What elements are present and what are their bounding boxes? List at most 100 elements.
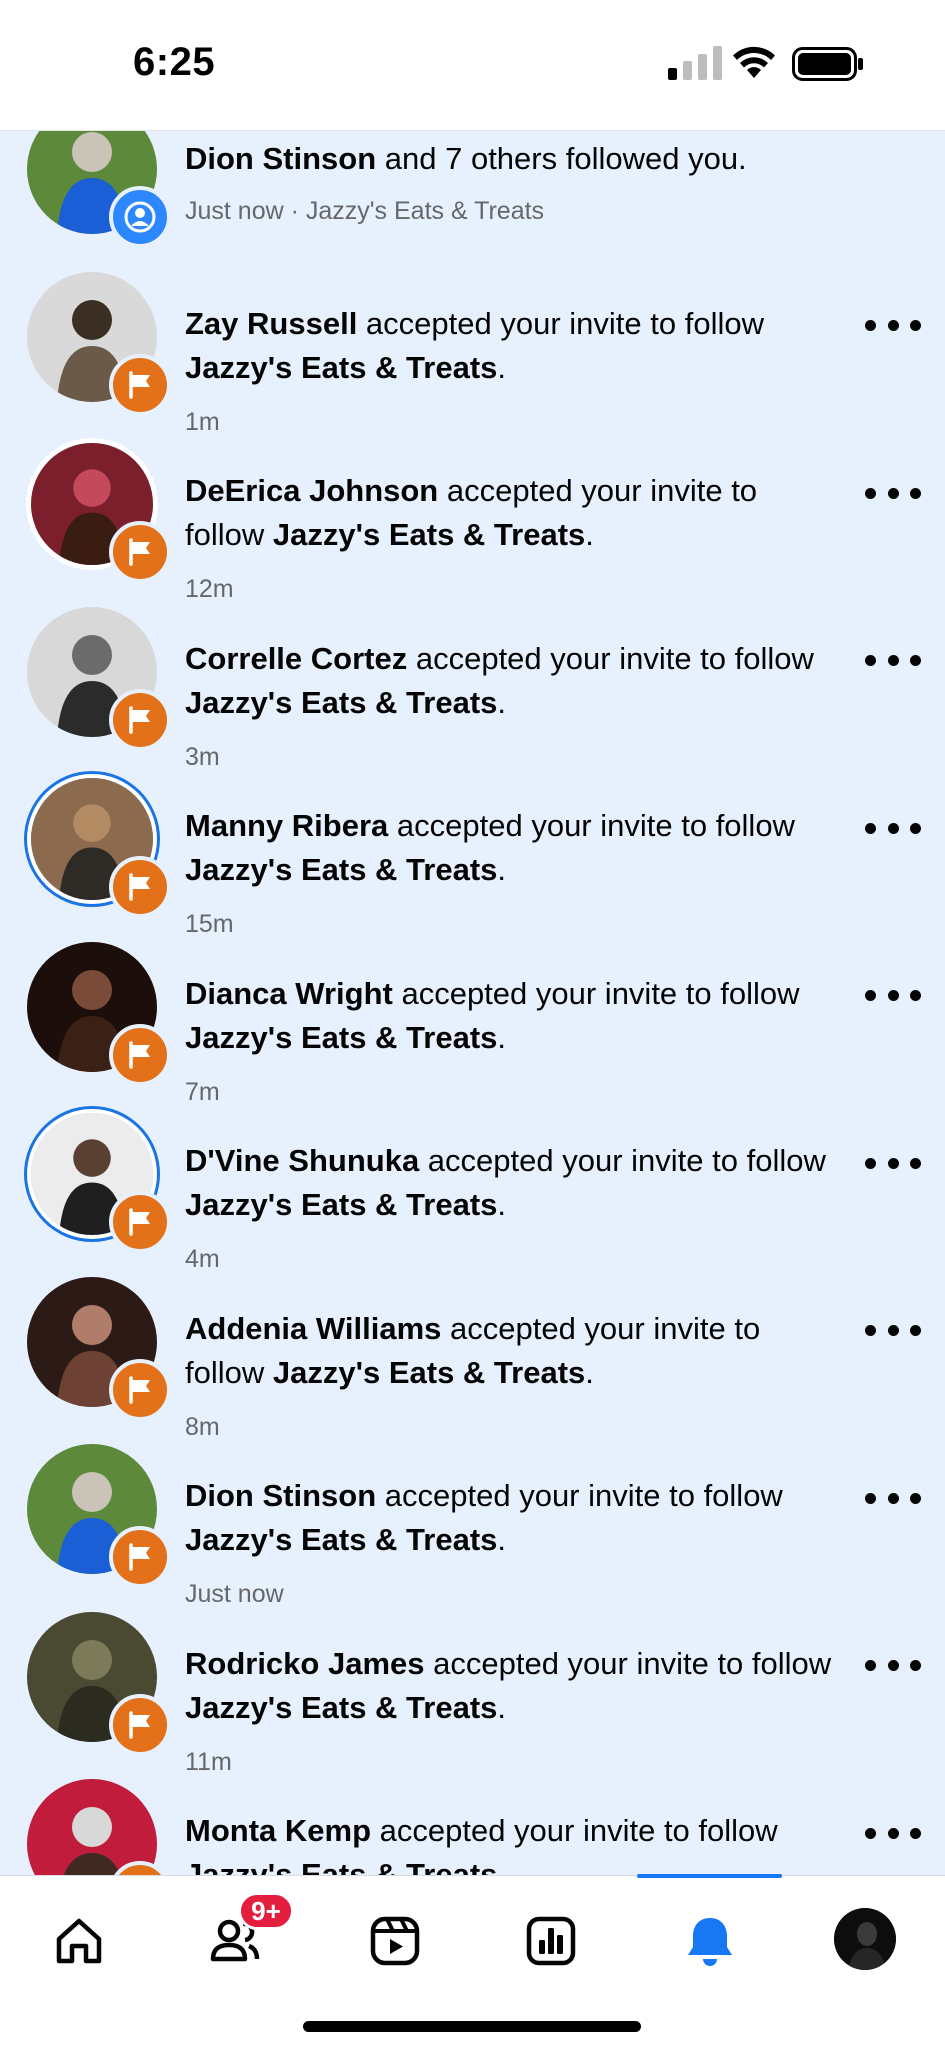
nav-insights[interactable]: [516, 1906, 586, 1976]
actor-name: Monta Kemp: [185, 1813, 371, 1848]
more-options-button[interactable]: [865, 316, 921, 336]
notification-meta: 7m: [185, 1077, 220, 1106]
notification-text: Dianca Wright accepted your invite to fo…: [185, 972, 840, 1060]
dot: [865, 487, 876, 499]
actor-name: Addenia Williams: [185, 1310, 442, 1346]
notification-meta: 11m: [185, 1747, 232, 1776]
notification-item[interactable]: Dion Stinson and 7 others followed you. J…: [0, 130, 945, 267]
notification-item[interactable]: DeErica Johnson accepted your invite to …: [0, 435, 945, 603]
sentence-end: .: [497, 852, 507, 887]
notification-text: Dion Stinson and 7 others followed you.: [185, 137, 840, 181]
action-text: accepted your invite to follow: [424, 1645, 832, 1681]
more-options-button[interactable]: [865, 1488, 921, 1508]
notification-text: Monta Kemp accepted your invite to follo…: [185, 1809, 840, 1875]
notification-item[interactable]: Dianca Wright accepted your invite to fo…: [0, 938, 945, 1106]
avatar-container: [25, 1107, 171, 1253]
page-badge: [109, 856, 171, 918]
dot: [865, 990, 876, 1001]
profile-avatar[interactable]: [834, 1908, 896, 1970]
notifications-feed[interactable]: Dion Stinson and 7 others followed you. J…: [0, 130, 945, 1875]
flag-icon: [129, 873, 150, 901]
nav-video[interactable]: [360, 1906, 430, 1976]
notification-text: Rodricko James accepted your invite to f…: [185, 1642, 840, 1730]
notification-text: DeErica Johnson accepted your invite to …: [185, 469, 840, 557]
notification-meta: Just now: [185, 1580, 284, 1608]
dot: [910, 990, 921, 1001]
nav-home[interactable]: [44, 1906, 114, 1976]
dot: [865, 1660, 876, 1671]
page-badge: [109, 1191, 171, 1253]
sentence-end: .: [497, 1019, 507, 1055]
dot: [887, 1660, 899, 1671]
sentence-end: .: [497, 1857, 507, 1875]
more-options-button[interactable]: [865, 1656, 921, 1676]
dot: [865, 822, 876, 834]
flag-icon: [129, 705, 150, 734]
more-options-button[interactable]: [865, 818, 921, 838]
dot: [865, 1492, 876, 1504]
actor-name: DeErica Johnson: [185, 473, 439, 508]
nav-notifications[interactable]: [675, 1906, 745, 1976]
action-text: accepted your invite to follow: [419, 1143, 826, 1178]
battery-icon: [792, 47, 863, 81]
sentence-end: .: [497, 1689, 507, 1725]
notification-item[interactable]: Manny Ribera accepted your invite to fol…: [0, 770, 945, 938]
notification-item[interactable]: Correlle Cortez accepted your invite to …: [0, 603, 945, 771]
notification-item[interactable]: Zay Russell accepted your invite to foll…: [0, 268, 945, 436]
follow-badge: [109, 186, 171, 248]
home-indicator: [303, 2021, 641, 2032]
page-name: Jazzy's Eats & Treats: [185, 349, 498, 385]
page-badge: [109, 1693, 171, 1756]
dot: [910, 487, 921, 499]
actor-name: Manny Ribera: [185, 808, 389, 843]
page-badge: [109, 521, 171, 583]
dot: [865, 1827, 876, 1839]
sentence-end: .: [585, 517, 594, 552]
avatar-container: [25, 1275, 171, 1421]
dot: [910, 1492, 921, 1504]
page-name: Jazzy's Eats & Treats: [185, 1187, 498, 1222]
dot: [887, 1325, 899, 1336]
more-options-button[interactable]: [865, 1321, 921, 1341]
insights-icon: [526, 1916, 576, 1966]
dot: [910, 1325, 921, 1336]
action-text: and 7 others followed you.: [376, 141, 747, 176]
notification-text: Zay Russell accepted your invite to foll…: [185, 302, 840, 390]
more-options-button[interactable]: [865, 1153, 921, 1173]
dot: [910, 1660, 921, 1671]
actor-name: Dianca Wright: [185, 975, 393, 1011]
video-icon: [370, 1916, 420, 1966]
more-options-button[interactable]: [865, 651, 921, 671]
more-options-button[interactable]: [865, 483, 921, 503]
dot: [910, 822, 921, 834]
action-text: accepted your invite to follow: [392, 975, 800, 1011]
notification-meta: 15m: [185, 910, 234, 938]
page-name: Jazzy's Eats & Treats: [272, 1354, 586, 1390]
action-text: accepted your invite to follow: [357, 305, 764, 341]
dot: [887, 990, 899, 1001]
dot: [910, 655, 921, 666]
action-text: accepted your invite to follow: [376, 1478, 783, 1513]
page-name: Jazzy's Eats & Treats: [185, 1019, 498, 1055]
bottom-navigation: 9+: [0, 1874, 945, 2049]
action-text: accepted your invite to follow: [388, 808, 795, 843]
more-options-button[interactable]: [865, 986, 921, 1006]
status-time: 6:25: [133, 40, 216, 84]
status-bar: 6:25: [0, 0, 945, 131]
notification-item[interactable]: Monta Kemp accepted your invite to follo…: [0, 1775, 945, 1875]
dot: [865, 1325, 876, 1336]
avatar-container: [25, 270, 171, 416]
notification-item[interactable]: Addenia Williams accepted your invite to…: [0, 1273, 945, 1441]
notification-text: Dion Stinson accepted your invite to fol…: [185, 1474, 840, 1562]
flag-icon: [129, 370, 150, 399]
more-options-button[interactable]: [865, 1823, 921, 1843]
page-name: Jazzy's Eats & Treats: [185, 1857, 498, 1875]
dot: [910, 320, 921, 331]
flag-icon: [129, 538, 150, 566]
notification-item[interactable]: Rodricko James accepted your invite to f…: [0, 1608, 945, 1776]
sentence-end: .: [497, 1522, 507, 1557]
home-icon: [56, 1918, 102, 1964]
person-icon: [124, 201, 156, 233]
notification-item[interactable]: D'Vine Shunuka accepted your invite to f…: [0, 1105, 945, 1273]
notification-item[interactable]: Dion Stinson accepted your invite to fol…: [0, 1440, 945, 1608]
